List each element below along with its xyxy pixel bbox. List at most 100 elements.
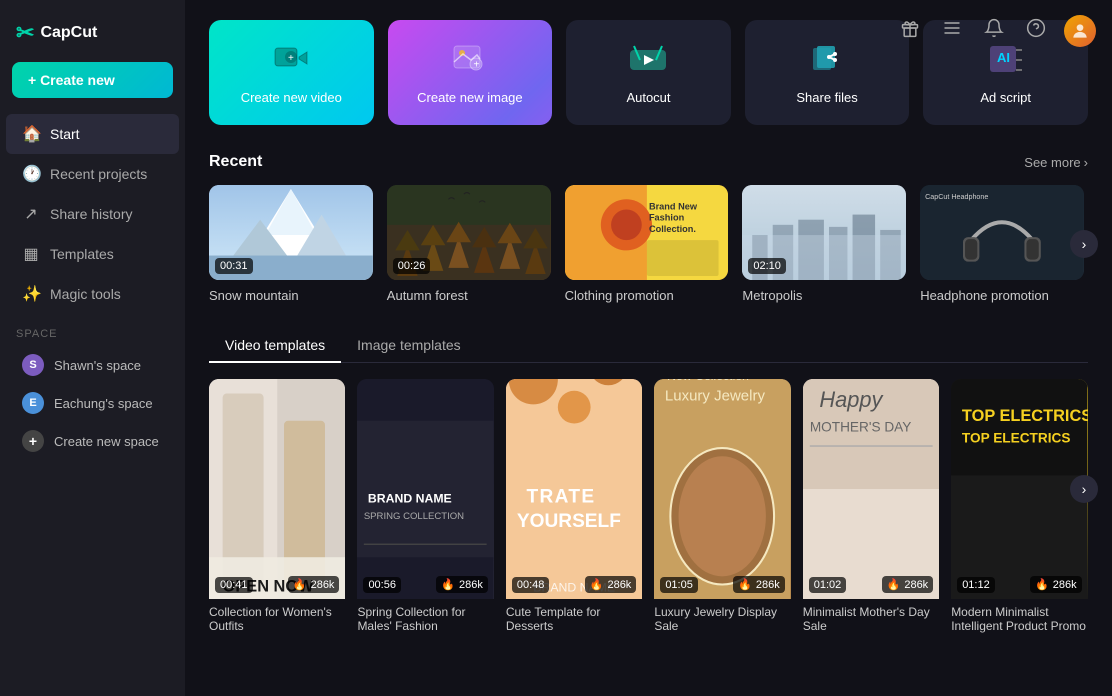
svg-text:BRAND NAME: BRAND NAME [368, 492, 452, 506]
headphone-thumb: CapCut Headphone [920, 185, 1084, 280]
template-card-3[interactable]: TRATE YOURSELF BRAND NAME 00:48 🔥 286k C… [506, 379, 642, 635]
create-image-icon: + [450, 40, 490, 80]
template-2-likes: 🔥 286k [436, 576, 488, 593]
logo-icon: ✂ [16, 20, 34, 46]
autumn-forest-label: Autumn forest [387, 288, 551, 303]
create-new-label: + Create new [28, 72, 115, 88]
recent-title: Recent [209, 153, 262, 171]
autocut-card[interactable]: Autocut [566, 20, 731, 125]
snow-mountain-duration: 00:31 [215, 258, 253, 274]
list-button[interactable] [938, 14, 966, 47]
eachung-avatar: E [22, 392, 44, 414]
template-thumb-3: TRATE YOURSELF BRAND NAME 00:48 🔥 286k [506, 379, 642, 599]
user-avatar[interactable] [1064, 15, 1096, 47]
see-more-button[interactable]: See more › [1024, 155, 1088, 170]
svg-text:MOTHER'S DAY: MOTHER'S DAY [810, 420, 912, 435]
template-2-label: Spring Collection for Males' Fashion [357, 599, 493, 635]
template-3-label: Cute Template for Desserts [506, 599, 642, 635]
sidebar-item-share-label: Share history [50, 206, 132, 222]
template-card-1[interactable]: OPEN NOW In Spring 00:41 🔥 286k Collecti… [209, 379, 345, 635]
autumn-forest-thumb: 00:26 [387, 185, 551, 280]
template-cards: OPEN NOW In Spring 00:41 🔥 286k Collecti… [209, 379, 1088, 635]
template-card-6[interactable]: TOP ELECTRICS TOP ELECTRICS 01:12 🔥 286k… [951, 379, 1087, 635]
magic-icon: ✨ [22, 284, 40, 304]
sidebar-space-shawn[interactable]: S Shawn's space [6, 346, 179, 384]
create-video-icon: + [271, 40, 311, 80]
svg-text:New Collection: New Collection [668, 379, 750, 383]
template-thumb-4: New Collection Luxury Jewelry Shop Now 0… [654, 379, 790, 599]
clothing-thumb: Brand New Fashion Collection. [565, 185, 729, 280]
snow-mountain-thumb: 00:31 [209, 185, 373, 280]
bell-button[interactable] [980, 14, 1008, 47]
recent-card-snow-mountain[interactable]: 00:31 Snow mountain [209, 185, 373, 303]
sidebar-item-recent[interactable]: 🕐 Recent projects [6, 154, 179, 194]
sidebar-space-eachung[interactable]: E Eachung's space [6, 384, 179, 422]
template-6-label: Modern Minimalist Intelligent Product Pr… [951, 599, 1087, 635]
template-1-duration: 00:41 [215, 577, 253, 593]
space-section-label: SPACE [0, 314, 185, 346]
create-video-label: Create new video [241, 90, 342, 105]
share-files-label: Share files [796, 90, 857, 105]
template-card-2[interactable]: BRAND NAME SPRING COLLECTION 00:56 🔥 286… [357, 379, 493, 635]
svg-text:TRATE: TRATE [526, 487, 595, 508]
template-6-duration: 01:12 [957, 577, 995, 593]
recent-scroll-wrapper: 00:31 Snow mountain [209, 185, 1088, 303]
sidebar: ✂ CapCut + Create new 🏠 Start 🕐 Recent p… [0, 0, 185, 696]
template-1-likes: 🔥 286k [288, 576, 340, 593]
create-video-card[interactable]: + Create new video [209, 20, 374, 125]
template-4-duration: 01:05 [660, 577, 698, 593]
headphone-label: Headphone promotion [920, 288, 1084, 303]
metropolis-duration: 02:10 [748, 258, 786, 274]
template-3-likes: 🔥 286k [585, 576, 637, 593]
template-card-5[interactable]: Happy MOTHER'S DAY 01:02 🔥 286k Minimali… [803, 379, 939, 635]
sidebar-item-start-label: Start [50, 126, 80, 142]
templates-icon: ▦ [22, 244, 40, 264]
template-5-duration: 01:02 [809, 577, 847, 593]
create-space-icon: + [22, 430, 44, 452]
template-4-likes: 🔥 286k [733, 576, 785, 593]
sidebar-item-start[interactable]: 🏠 Start [6, 114, 179, 154]
ad-script-label: Ad script [980, 90, 1031, 105]
svg-text:+: + [288, 53, 294, 64]
svg-text:Collection.: Collection. [649, 224, 696, 234]
template-thumb-2: BRAND NAME SPRING COLLECTION 00:56 🔥 286… [357, 379, 493, 599]
template-scroll-right[interactable]: › [1070, 475, 1098, 503]
sidebar-item-templates[interactable]: ▦ Templates [6, 234, 179, 274]
template-4-label: Luxury Jewelry Display Sale [654, 599, 790, 635]
autocut-icon [628, 40, 668, 80]
tab-image-templates[interactable]: Image templates [341, 329, 477, 363]
recent-scroll-right[interactable]: › [1070, 230, 1098, 258]
logo: ✂ CapCut [0, 12, 185, 62]
svg-text:Luxury Jewelry: Luxury Jewelry [665, 387, 766, 404]
templates-tabs: Video templates Image templates [209, 329, 1088, 363]
clothing-label: Clothing promotion [565, 288, 729, 303]
gift-button[interactable] [896, 14, 924, 47]
help-button[interactable] [1022, 14, 1050, 47]
svg-text:TOP ELECTRICS: TOP ELECTRICS [962, 407, 1088, 425]
recent-card-metropolis[interactable]: 02:10 Metropolis [742, 185, 906, 303]
eachung-space-label: Eachung's space [54, 396, 153, 411]
recent-card-headphone[interactable]: CapCut Headphone Headphone promotion [920, 185, 1084, 303]
create-new-button[interactable]: + Create new [12, 62, 173, 98]
template-thumb-5: Happy MOTHER'S DAY 01:02 🔥 286k [803, 379, 939, 599]
template-thumb-6: TOP ELECTRICS TOP ELECTRICS 01:12 🔥 286k [951, 379, 1087, 599]
share-files-card[interactable]: Share files [745, 20, 910, 125]
recent-cards: 00:31 Snow mountain [209, 185, 1088, 303]
metropolis-label: Metropolis [742, 288, 906, 303]
template-1-label: Collection for Women's Outfits [209, 599, 345, 635]
svg-text:SPRING COLLECTION: SPRING COLLECTION [364, 511, 464, 522]
recent-card-clothing[interactable]: Brand New Fashion Collection. Clothing p… [565, 185, 729, 303]
create-image-label: Create new image [417, 90, 523, 105]
svg-text:TOP ELECTRICS: TOP ELECTRICS [962, 431, 1071, 446]
tab-video-templates[interactable]: Video templates [209, 329, 341, 363]
template-card-4[interactable]: New Collection Luxury Jewelry Shop Now 0… [654, 379, 790, 635]
recent-card-autumn-forest[interactable]: 00:26 Autumn forest [387, 185, 551, 303]
home-icon: 🏠 [22, 124, 40, 144]
shawn-space-label: Shawn's space [54, 358, 141, 373]
sidebar-item-share-history[interactable]: ↗ Share history [6, 194, 179, 234]
sidebar-item-magic-tools[interactable]: ✨ Magic tools [6, 274, 179, 314]
template-3-duration: 00:48 [512, 577, 550, 593]
create-image-card[interactable]: + Create new image [388, 20, 553, 125]
sidebar-create-space[interactable]: + Create new space [6, 422, 179, 460]
main-content: + Create new video + Create new image Au… [185, 0, 1112, 696]
